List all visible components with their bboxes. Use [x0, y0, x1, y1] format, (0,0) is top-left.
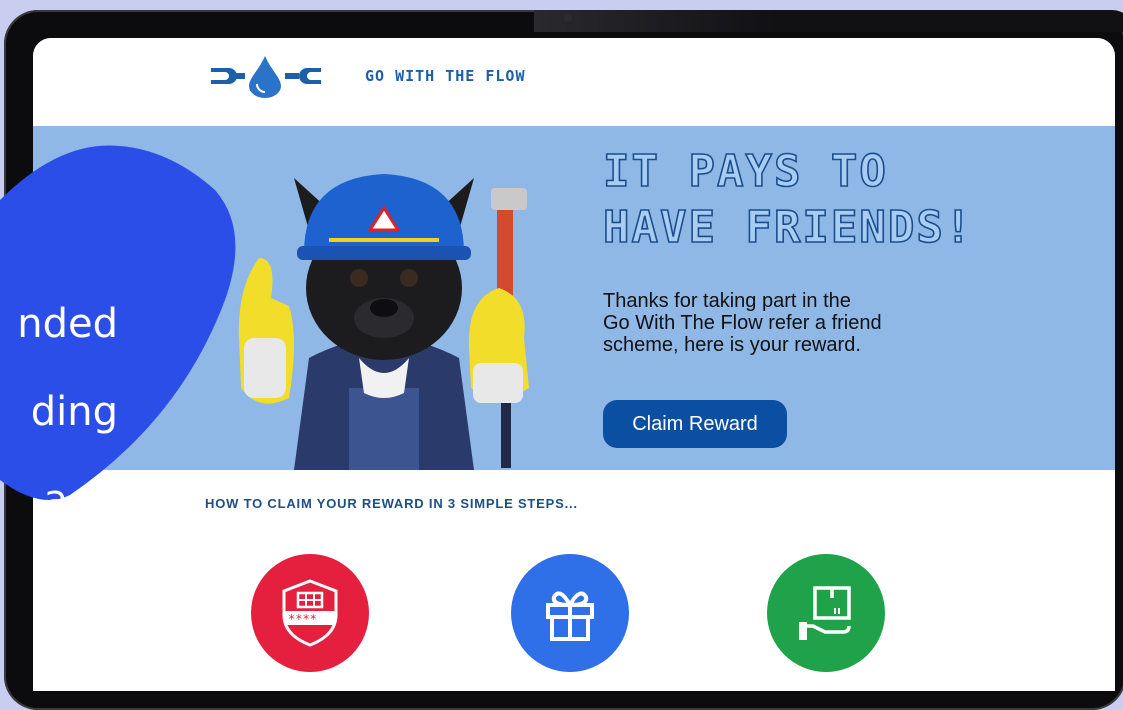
steps-heading: HOW TO CLAIM YOUR REWARD IN 3 SIMPLE STE…: [205, 496, 578, 511]
hero-title-line-1: IT PAYS TO: [602, 145, 888, 198]
step-1-password-shield-icon: ****_: [251, 554, 369, 672]
step-2-gift-icon: [511, 554, 629, 672]
laptop-bezel-highlight: [534, 10, 1123, 32]
claim-reward-button[interactable]: Claim Reward: [603, 400, 787, 448]
svg-text:****_: ****_: [288, 612, 325, 626]
camera-icon: [564, 14, 572, 22]
logo-text: GO WITH THE FLOW: [365, 67, 526, 85]
blob-text-line-3: age: [43, 477, 118, 523]
hero-title-line-2: HAVE FRIENDS!: [602, 201, 974, 254]
blob-text-line-2: ding: [30, 389, 118, 435]
hero-description-line-3: scheme, here is your reward.: [603, 334, 861, 356]
blob-text-line-1: nded: [17, 301, 118, 347]
hero-description-line-1: Thanks for taking part in the: [603, 290, 851, 312]
hero-description-line-2: Go With The Flow refer a friend: [603, 312, 882, 334]
blob-overlay-text: nded ding age: [0, 258, 118, 566]
hero-title: IT PAYS TO HAVE FRIENDS!: [602, 144, 1083, 256]
step-3-package-hand-icon: [767, 554, 885, 672]
hero-description: Thanks for taking part in the Go With Th…: [603, 290, 963, 356]
